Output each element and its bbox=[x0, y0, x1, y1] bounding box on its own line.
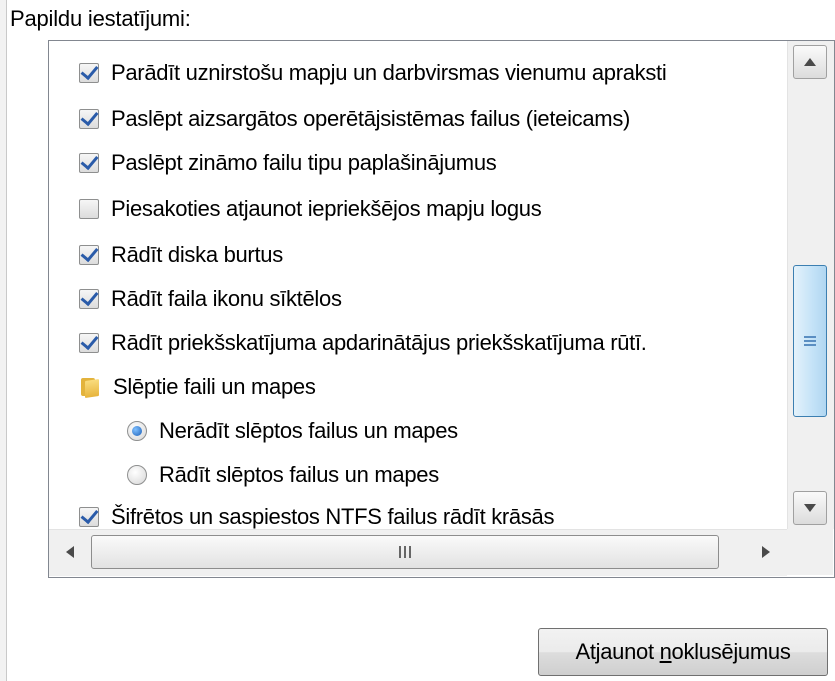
scroll-right-button[interactable] bbox=[749, 535, 783, 569]
folder-group-label: Slēptie faili un mapes bbox=[113, 374, 316, 399]
scroll-left-button[interactable] bbox=[53, 535, 87, 569]
list-item-label: Paslēpt zināmo failu tipu paplašinājumus bbox=[111, 150, 497, 175]
checkbox-checked[interactable] bbox=[79, 289, 99, 309]
settings-list: Parādīt uznirstošu mapju un darbvirsmas … bbox=[49, 41, 787, 529]
chevron-left-icon bbox=[66, 546, 74, 558]
checkbox-unchecked[interactable] bbox=[79, 199, 99, 219]
list-item-label: Piesakoties atjaunot iepriekšējos mapju … bbox=[111, 196, 542, 221]
list-item[interactable]: Rādīt diska burtus bbox=[79, 233, 283, 277]
list-item-label: Paslēpt aizsargātos operētājsistēmas fai… bbox=[111, 106, 631, 131]
folder-group: Slēptie faili un mapes bbox=[79, 365, 316, 409]
vertical-scrollbar[interactable] bbox=[787, 41, 834, 529]
radio-option-label: Rādīt slēptos failus un mapes bbox=[159, 462, 439, 487]
folder-icon bbox=[79, 377, 101, 398]
radio-option-label: Nerādīt slēptos failus un mapes bbox=[159, 418, 458, 443]
radio-button-selected[interactable] bbox=[127, 421, 147, 441]
list-item[interactable]: Parādīt uznirstošu mapju un darbvirsmas … bbox=[79, 51, 667, 95]
radio-option[interactable]: Rādīt slēptos failus un mapes bbox=[127, 453, 439, 497]
grip-icon bbox=[804, 336, 816, 346]
radio-option[interactable]: Nerādīt slēptos failus un mapes bbox=[127, 409, 458, 453]
scrollbar-corner bbox=[787, 529, 833, 575]
section-label: Papildu iestatījumi: bbox=[10, 6, 191, 31]
list-item[interactable]: Rādīt priekšskatījuma apdarinātājus prie… bbox=[79, 321, 647, 365]
scroll-down-button[interactable] bbox=[793, 491, 827, 525]
vertical-scroll-thumb[interactable] bbox=[793, 265, 827, 417]
grip-icon bbox=[399, 546, 411, 558]
chevron-right-icon bbox=[762, 546, 770, 558]
scroll-up-button[interactable] bbox=[793, 45, 827, 79]
list-item-label: Šifrētos un saspiestos NTFS failus rādīt… bbox=[111, 504, 555, 529]
checkbox-checked[interactable] bbox=[79, 63, 99, 83]
chevron-up-icon bbox=[804, 58, 816, 66]
restore-defaults-label: Atjaunot noklusējumus bbox=[575, 639, 791, 664]
list-item-label: Rādīt priekšskatījuma apdarinātājus prie… bbox=[111, 330, 647, 355]
window-edge bbox=[0, 0, 7, 681]
list-item[interactable]: Paslēpt aizsargātos operētājsistēmas fai… bbox=[79, 97, 630, 141]
checkbox-checked[interactable] bbox=[79, 153, 99, 173]
radio-button[interactable] bbox=[127, 465, 147, 485]
list-item-label: Rādīt diska burtus bbox=[111, 242, 283, 267]
horizontal-scroll-thumb[interactable] bbox=[91, 535, 719, 569]
checkbox-checked[interactable] bbox=[79, 333, 99, 353]
checkbox-checked[interactable] bbox=[79, 245, 99, 265]
list-item[interactable]: Paslēpt zināmo failu tipu paplašinājumus bbox=[79, 141, 497, 185]
horizontal-scrollbar[interactable] bbox=[49, 529, 787, 576]
checkbox-checked[interactable] bbox=[79, 109, 99, 129]
list-item-label: Parādīt uznirstošu mapju un darbvirsmas … bbox=[111, 60, 667, 85]
chevron-down-icon bbox=[804, 504, 816, 512]
list-item[interactable]: Piesakoties atjaunot iepriekšējos mapju … bbox=[79, 187, 542, 231]
advanced-settings-tree[interactable]: Parādīt uznirstošu mapju un darbvirsmas … bbox=[48, 40, 835, 578]
restore-defaults-button[interactable]: Atjaunot noklusējumus bbox=[538, 628, 828, 676]
list-item[interactable]: Rādīt faila ikonu sīktēlos bbox=[79, 277, 342, 321]
list-item-label: Rādīt faila ikonu sīktēlos bbox=[111, 286, 342, 311]
checkbox-checked[interactable] bbox=[79, 507, 99, 527]
